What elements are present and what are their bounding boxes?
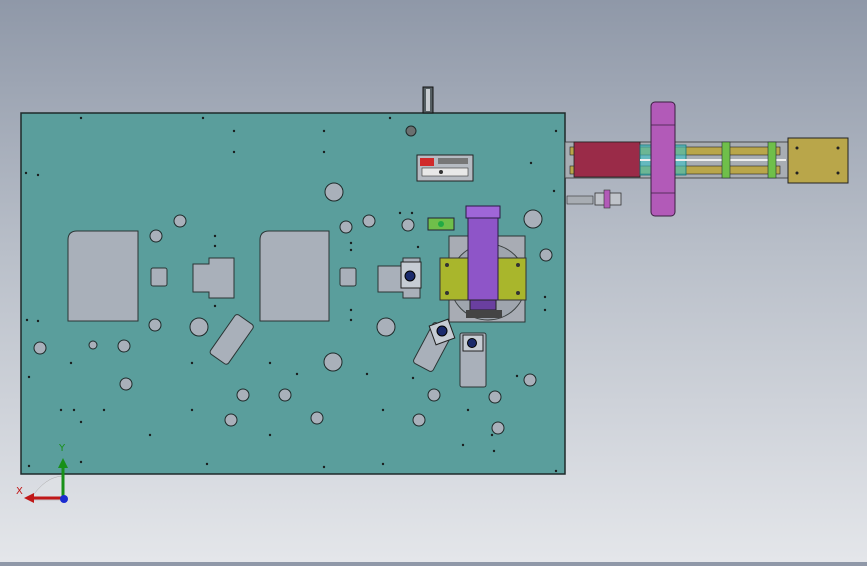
sensor-block[interactable] bbox=[416, 154, 474, 182]
feeder-rail[interactable] bbox=[564, 137, 849, 184]
green-clamp[interactable] bbox=[427, 217, 455, 231]
model-view[interactable] bbox=[0, 0, 867, 562]
axis-x-label: X bbox=[16, 486, 23, 497]
feed-wheel[interactable] bbox=[650, 101, 676, 217]
axis-y-label: Y bbox=[59, 443, 66, 454]
graphics-viewport[interactable]: X Y bbox=[0, 0, 867, 562]
origin-z-icon bbox=[60, 495, 68, 503]
side-sensor[interactable] bbox=[566, 189, 622, 209]
